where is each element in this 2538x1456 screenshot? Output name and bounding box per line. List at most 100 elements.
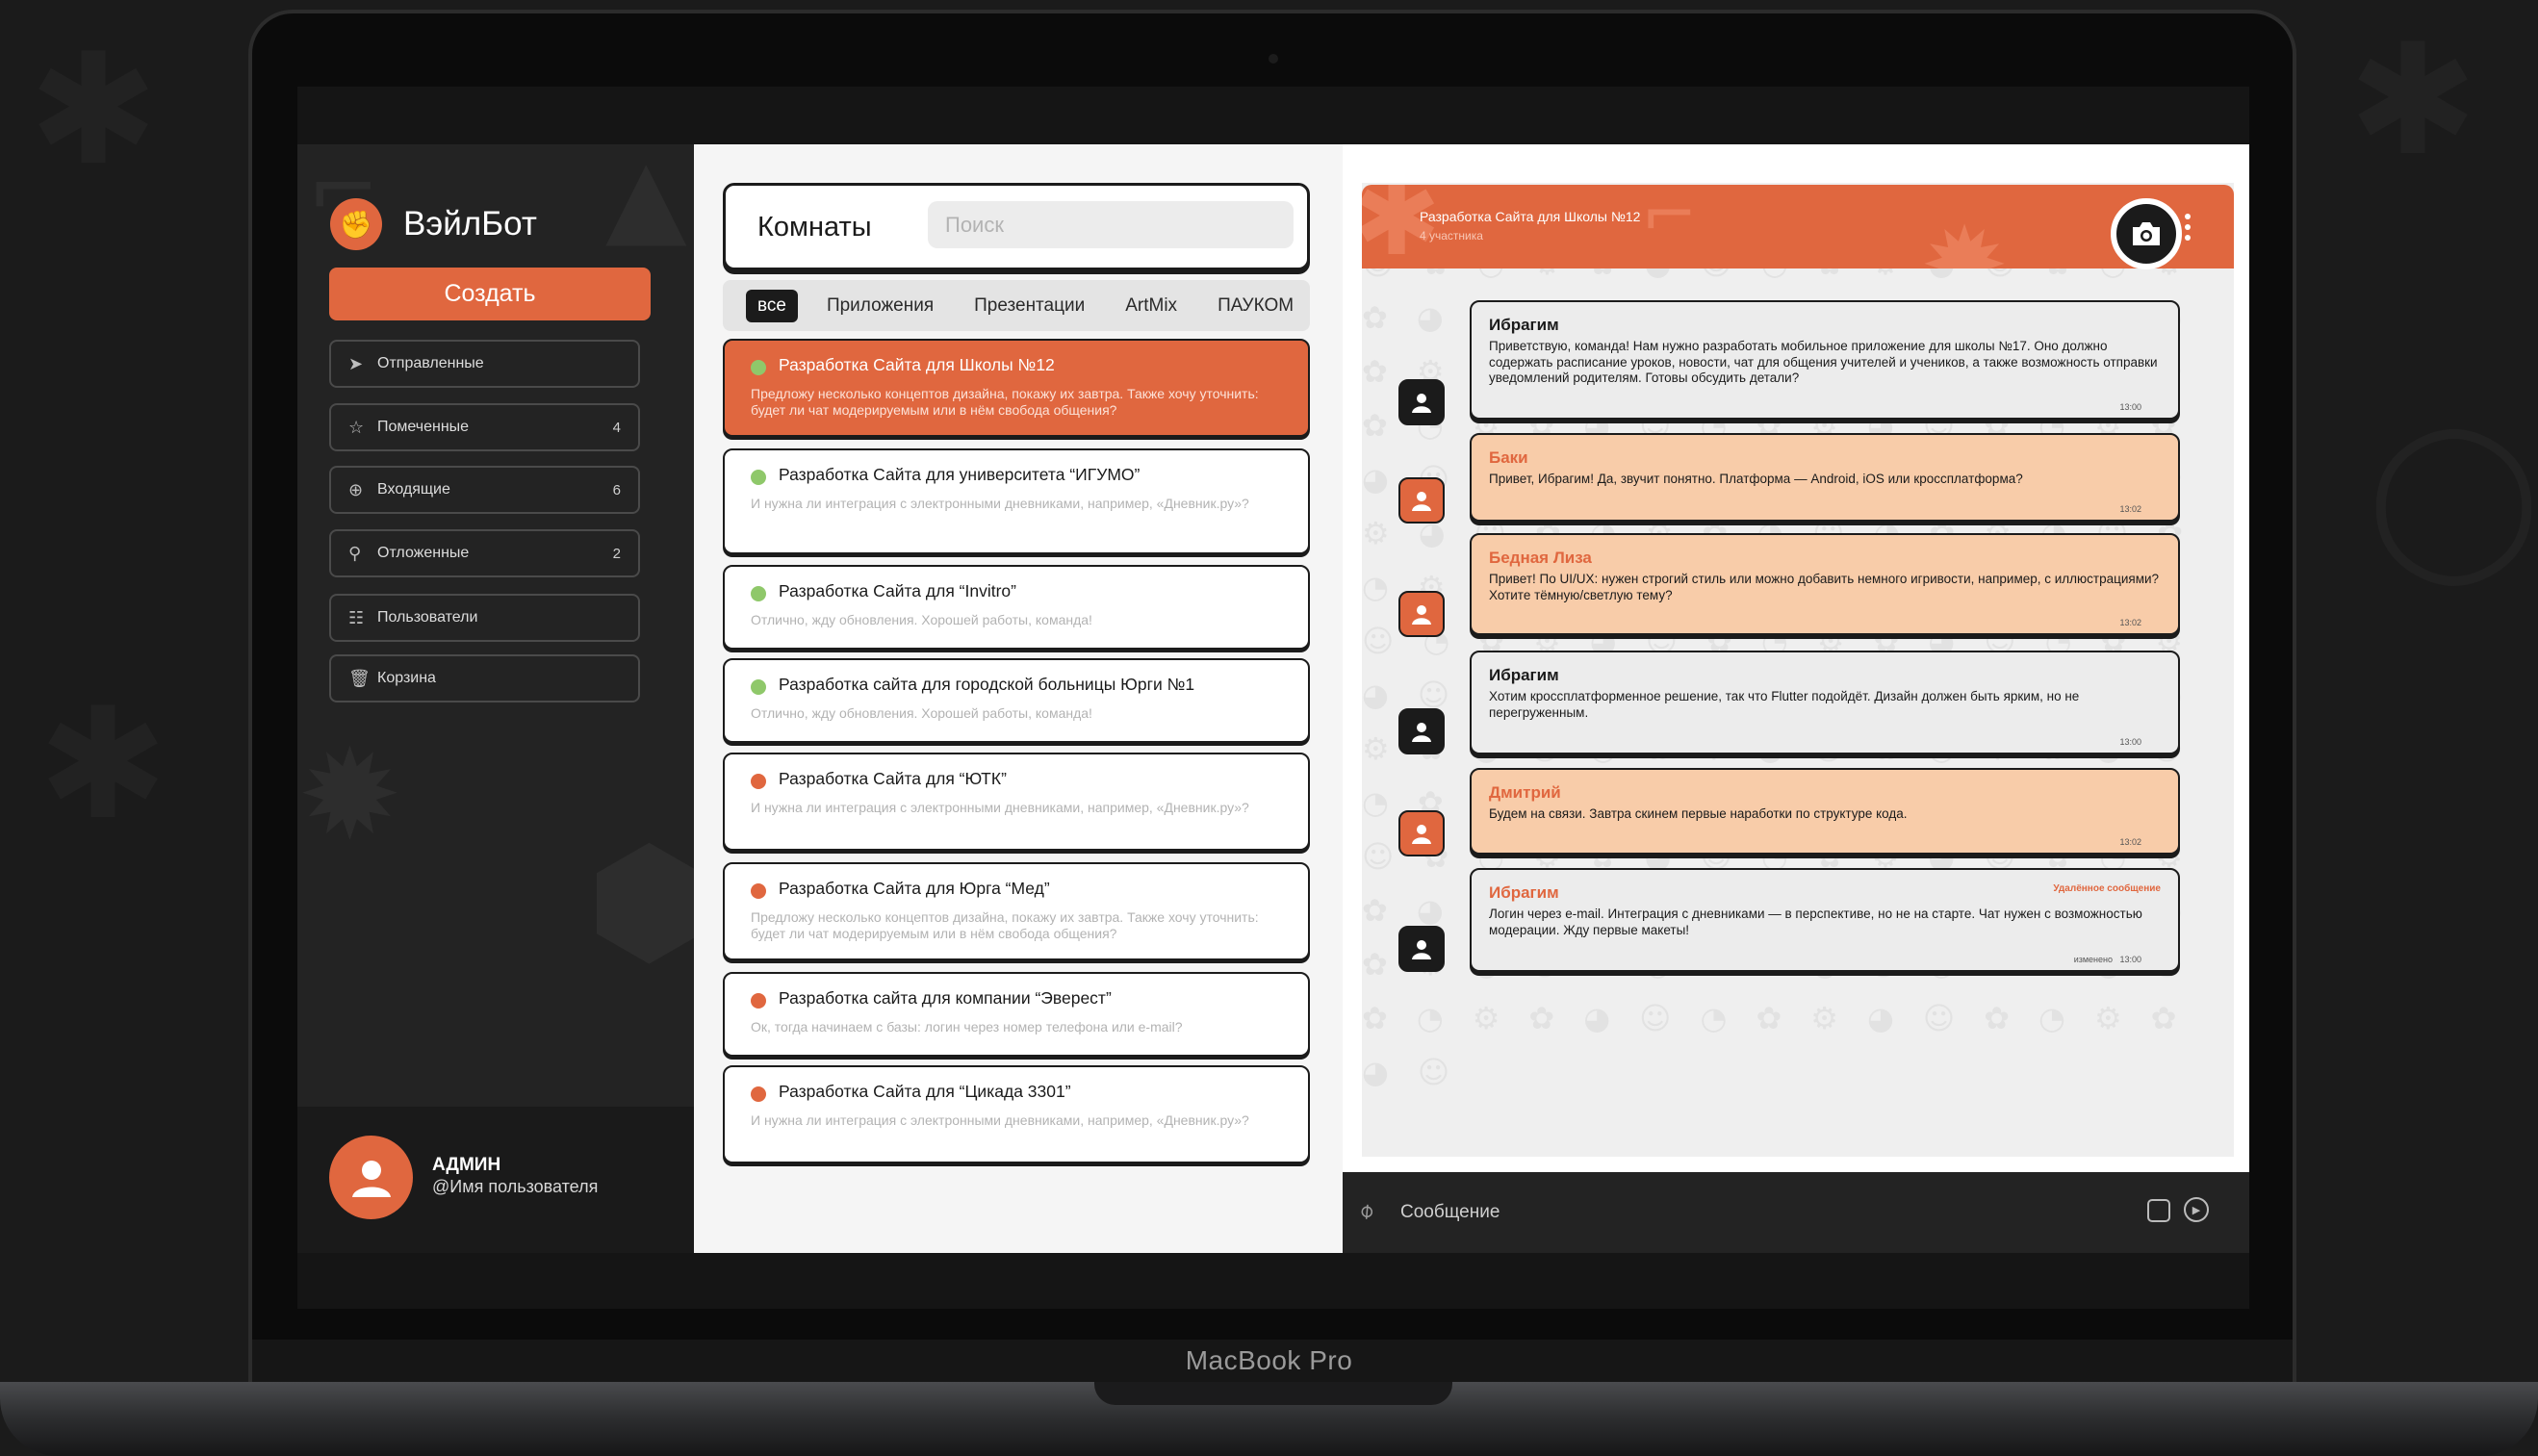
profile-name: АДМИН	[432, 1155, 501, 1175]
camera-icon	[2133, 222, 2160, 245]
rooms-title: Комнаты	[757, 212, 872, 243]
message-time: 13:02	[2119, 837, 2141, 847]
sidebar-item-count: 4	[612, 419, 621, 436]
sidebar-decoration: ▲	[605, 144, 687, 258]
webcam	[1269, 54, 1278, 64]
room-item[interactable]: Разработка Сайта для Юрга “Мед” Предложу…	[723, 862, 1310, 960]
message-author: Баки	[1489, 448, 1528, 467]
room-item[interactable]: Разработка Сайта для университета “ИГУМО…	[723, 448, 1310, 554]
chat-message[interactable]: Ибрагим Удалённое сообщение Логин через …	[1470, 868, 2180, 972]
chat-members: 4 участника	[1420, 229, 1483, 243]
chat-message[interactable]: Ибрагим Приветствую, команда! Нам нужно …	[1470, 300, 2180, 420]
message-text: Логин через e-mail. Интеграция с дневник…	[1489, 907, 2142, 937]
message-author: Ибрагим	[1489, 666, 1559, 684]
avatar[interactable]	[1398, 708, 1445, 754]
create-button[interactable]: Создать	[329, 268, 651, 320]
room-preview: И нужна ли интеграция с электронными дне…	[751, 1112, 1249, 1128]
sticker-icon[interactable]	[2147, 1199, 2170, 1222]
busy-status-dot	[751, 883, 766, 899]
sidebar-item-label: Помеченные	[377, 419, 470, 435]
chat-message[interactable]: Ибрагим Хотим кроссплатформенное решение…	[1470, 651, 2180, 754]
message-text: Приветствую, команда! Нам нужно разработ…	[1489, 339, 2158, 385]
user-icon	[1412, 940, 1431, 959]
background-pattern: ◯	[2368, 404, 2538, 584]
send-icon: ➤	[348, 353, 364, 374]
room-item[interactable]: Разработка сайта для городской больницы …	[723, 658, 1310, 743]
room-preview: Предложу несколько концептов дизайна, по…	[751, 909, 1259, 941]
users-icon: ☷	[348, 607, 365, 628]
fist-icon: ✊	[330, 198, 382, 250]
app-name: ВэйлБот	[403, 205, 537, 243]
user-icon	[1412, 605, 1431, 625]
filter-apps[interactable]: Приложения	[815, 290, 945, 322]
avatar[interactable]	[1398, 591, 1445, 637]
message-input[interactable]	[1400, 1191, 2074, 1234]
trash-icon: 🗑	[348, 668, 371, 689]
rooms-header: Комнаты	[723, 183, 1310, 270]
avatar[interactable]	[1398, 926, 1445, 972]
device-brand: MacBook Pro	[1185, 1345, 1353, 1375]
sidebar-item-label: Корзина	[377, 670, 436, 686]
sidebar-decoration: ⬢	[586, 818, 694, 985]
room-title: Разработка Сайта для “Цикада 3301”	[779, 1082, 1071, 1101]
message-time: 13:00	[2119, 955, 2141, 964]
room-item[interactable]: Разработка сайта для компании “Эверест” …	[723, 972, 1310, 1057]
send-icon[interactable]: ▶	[2184, 1197, 2209, 1222]
header-decoration: ✹	[1920, 204, 2010, 268]
profile-handle: @Имя пользователя	[432, 1177, 599, 1196]
room-title: Разработка сайта для компании “Эверест”	[779, 988, 1112, 1008]
sidebar-decoration: ✹	[297, 722, 402, 868]
room-item[interactable]: Разработка Сайта для “ЮТК” И нужна ли ин…	[723, 753, 1310, 851]
sidebar: ⌐ ▲ ✹ ⬢ ✊ ВэйлБот Создать ➤ Отправленные…	[297, 144, 694, 1253]
sidebar-item-inbox[interactable]: ⊕ Входящие 6	[329, 466, 640, 514]
chat-message[interactable]: Дмитрий Будем на связи. Завтра скинем пе…	[1470, 768, 2180, 855]
more-options-icon[interactable]	[2182, 214, 2193, 241]
online-status-dot	[751, 360, 766, 375]
user-icon	[1412, 825, 1431, 844]
camera-button[interactable]	[2111, 198, 2182, 269]
message-composer: ⌀ ▶	[1343, 1172, 2249, 1253]
message-time: 13:00	[2119, 402, 2141, 412]
app-logo[interactable]: ✊ ВэйлБот	[330, 198, 537, 250]
room-title: Разработка Сайта для “ЮТК”	[779, 769, 1007, 788]
avatar[interactable]	[1398, 379, 1445, 425]
filter-paukom[interactable]: ПАУКОМ	[1206, 290, 1305, 322]
filter-presentations[interactable]: Презентации	[962, 290, 1096, 322]
message-time: 13:00	[2119, 737, 2141, 747]
room-preview: Отлично, жду обновления. Хорошей работы,…	[751, 612, 1092, 627]
attach-icon[interactable]: ⌀	[1354, 1198, 1379, 1225]
chat-message[interactable]: Бедная Лиза Привет! По UI/UX: нужен стро…	[1470, 533, 2180, 635]
sidebar-item-starred[interactable]: ☆ Помеченные 4	[329, 403, 640, 451]
room-preview: Ок, тогда начинаем с базы: логин через н…	[751, 1019, 1183, 1035]
sidebar-item-label: Входящие	[377, 481, 450, 498]
filter-artmix[interactable]: ArtMix	[1114, 290, 1189, 322]
room-item[interactable]: Разработка Сайта для Школы №12 Предложу …	[723, 339, 1310, 437]
user-profile[interactable]: АДМИН @Имя пользователя	[297, 1107, 694, 1253]
laptop-notch	[1094, 1382, 1452, 1405]
room-title: Разработка Сайта для Юрга “Мед”	[779, 879, 1050, 898]
message-text: Привет! По UI/UX: нужен строгий стиль ил…	[1489, 572, 2160, 602]
sidebar-item-label: Отправленные	[377, 355, 484, 371]
filter-all[interactable]: все	[746, 289, 798, 322]
message-text: Будем на связи. Завтра скинем первые нар…	[1489, 806, 1908, 821]
message-text: Хотим кроссплатформенное решение, так чт…	[1489, 689, 2080, 720]
chat-message[interactable]: Баки Привет, Ибрагим! Да, звучит понятно…	[1470, 433, 2180, 522]
background-pattern: ✱	[2348, 10, 2478, 190]
search-input[interactable]	[928, 201, 1294, 248]
sidebar-item-users[interactable]: ☷ Пользователи	[329, 594, 640, 642]
avatar[interactable]	[329, 1136, 413, 1219]
room-item[interactable]: Разработка Сайта для “Цикада 3301” И нуж…	[723, 1065, 1310, 1163]
deleted-message-label: Удалённое сообщение	[2053, 883, 2161, 894]
sidebar-item-postponed[interactable]: ⚲ Отложенные 2	[329, 529, 640, 577]
sidebar-item-sent[interactable]: ➤ Отправленные	[329, 340, 640, 388]
room-title: Разработка Сайта для “Invitro”	[779, 581, 1016, 600]
header-decoration: ⌐	[1641, 185, 1698, 254]
sidebar-item-label: Пользователи	[377, 609, 478, 626]
room-title: Разработка Сайта для университета “ИГУМО…	[779, 465, 1141, 484]
avatar[interactable]	[1398, 810, 1445, 856]
chat-header: ✱ ⌐ ✹ Разработка Сайта для Школы №12 4 у…	[1362, 185, 2234, 268]
message-author: Дмитрий	[1489, 783, 1561, 802]
avatar[interactable]	[1398, 477, 1445, 524]
sidebar-item-trash[interactable]: 🗑 Корзина	[329, 654, 640, 702]
room-item[interactable]: Разработка Сайта для “Invitro” Отлично, …	[723, 565, 1310, 650]
